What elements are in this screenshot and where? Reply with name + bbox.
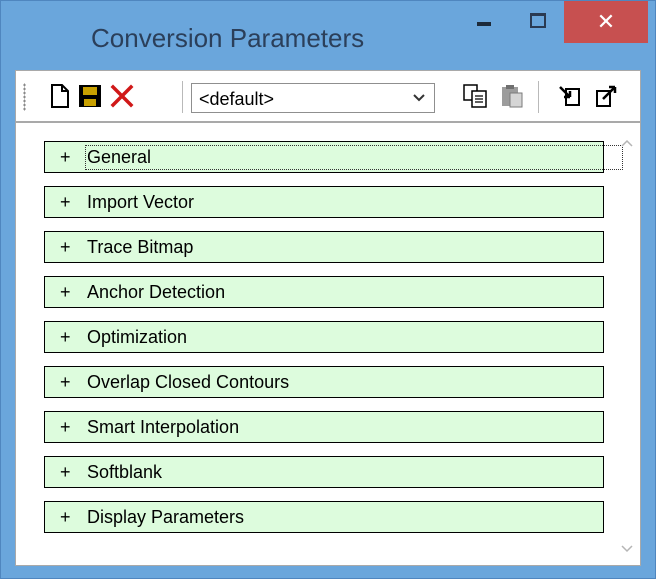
section-label: Display Parameters	[87, 507, 245, 527]
expand-icon: +	[60, 147, 71, 167]
section-label: Trace Bitmap	[87, 237, 194, 257]
section-optimization[interactable]: + Optimization	[44, 321, 604, 353]
section-softblank[interactable]: + Softblank	[44, 456, 604, 488]
maximize-icon	[530, 12, 546, 28]
section-label: General	[84, 145, 624, 170]
maximize-button[interactable]	[513, 1, 563, 41]
expand-icon: +	[60, 282, 71, 302]
expand-icon: +	[60, 237, 71, 257]
expand-icon: +	[60, 192, 71, 212]
expand-icon: +	[60, 372, 71, 392]
chevron-up-icon	[621, 139, 633, 147]
toolbar: <default>	[15, 70, 641, 122]
section-list: + General + Import Vector + Trace Bitmap…	[44, 141, 624, 546]
section-label: Optimization	[87, 327, 188, 347]
chevron-down-icon[interactable]	[408, 87, 430, 109]
expand-icon: +	[60, 417, 71, 437]
preset-select[interactable]: <default>	[191, 83, 435, 113]
section-label: Import Vector	[87, 192, 195, 212]
new-button[interactable]	[46, 82, 74, 110]
save-button[interactable]	[76, 82, 104, 110]
conversion-parameters-window: Conversion Parameters ✕ <default> + Gene…	[0, 0, 656, 579]
toolbar-grip[interactable]	[23, 83, 26, 111]
close-icon: ✕	[596, 9, 616, 35]
section-trace-bitmap[interactable]: + Trace Bitmap	[44, 231, 604, 263]
delete-icon	[110, 84, 134, 108]
copy-button[interactable]	[462, 82, 490, 110]
section-overlap-closed-contours[interactable]: + Overlap Closed Contours	[44, 366, 604, 398]
scroll-down-button[interactable]	[617, 539, 637, 559]
expand-icon: +	[60, 462, 71, 482]
window-title: Conversion Parameters	[91, 23, 365, 53]
section-import-vector[interactable]: + Import Vector	[44, 186, 604, 218]
section-smart-interpolation[interactable]: + Smart Interpolation	[44, 411, 604, 443]
chevron-down-icon	[621, 545, 633, 553]
preset-select-value: <default>	[199, 89, 275, 109]
scroll-up-button[interactable]	[617, 133, 637, 153]
new-icon	[51, 84, 69, 108]
section-label: Anchor Detection	[87, 282, 226, 302]
vertical-scrollbar[interactable]	[617, 125, 637, 563]
minimize-button[interactable]	[456, 1, 512, 41]
title-bar[interactable]: Conversion Parameters ✕	[1, 1, 655, 69]
save-icon	[79, 85, 101, 107]
parameters-panel: + General + Import Vector + Trace Bitmap…	[15, 122, 641, 566]
section-display-parameters[interactable]: + Display Parameters	[44, 501, 604, 533]
section-label: Overlap Closed Contours	[87, 372, 290, 392]
paste-icon	[502, 85, 523, 108]
delete-button[interactable]	[108, 82, 136, 110]
section-general[interactable]: + General	[44, 141, 624, 173]
import-icon	[559, 86, 580, 106]
section-label: Softblank	[87, 462, 163, 482]
export-icon	[596, 85, 617, 107]
expand-icon: +	[60, 507, 71, 527]
import-button[interactable]	[556, 82, 584, 110]
minimize-icon	[477, 22, 491, 26]
export-button[interactable]	[592, 82, 620, 110]
copy-icon	[463, 84, 487, 108]
toolbar-separator	[182, 81, 183, 113]
toolbar-separator	[538, 81, 539, 113]
section-label: Smart Interpolation	[87, 417, 240, 437]
paste-button[interactable]	[498, 82, 526, 110]
section-anchor-detection[interactable]: + Anchor Detection	[44, 276, 604, 308]
close-button[interactable]: ✕	[564, 1, 648, 43]
expand-icon: +	[60, 327, 71, 347]
